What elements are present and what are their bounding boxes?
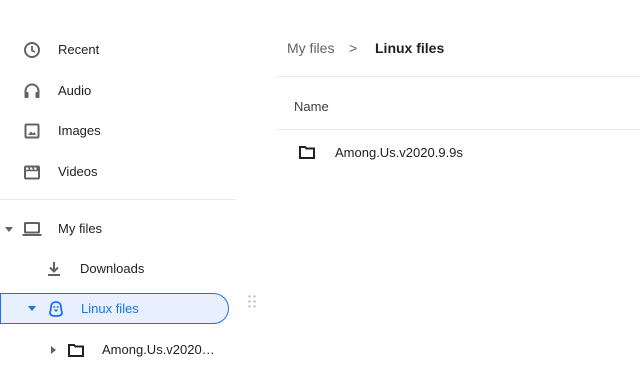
sidebar-item-label: Linux files xyxy=(81,301,139,316)
headphones-icon xyxy=(23,82,41,100)
sidebar-item-among-us[interactable]: Among.Us.v2020… xyxy=(0,333,236,367)
sidebar-item-my-files[interactable]: My files xyxy=(0,212,236,246)
column-header-divider xyxy=(276,129,640,130)
sidebar-item-recent[interactable]: Recent xyxy=(0,33,236,67)
folder-icon xyxy=(67,341,85,359)
film-icon xyxy=(23,163,41,181)
resize-handle[interactable] xyxy=(247,294,257,310)
penguin-icon xyxy=(47,300,65,318)
clock-icon xyxy=(23,41,41,59)
file-row[interactable]: Among.Us.v2020.9.9s xyxy=(276,131,640,171)
laptop-icon xyxy=(22,220,42,238)
download-icon xyxy=(45,260,63,278)
expand-arrow-icon[interactable] xyxy=(5,227,13,232)
sidebar-item-label: Audio xyxy=(58,83,92,98)
sidebar-item-label: Images xyxy=(58,123,101,138)
sidebar-divider xyxy=(0,199,236,200)
header-divider xyxy=(276,76,640,77)
breadcrumb-separator-icon: > xyxy=(349,40,358,56)
sidebar-item-audio[interactable]: Audio xyxy=(0,74,236,108)
sidebar-item-label: Videos xyxy=(58,164,98,179)
breadcrumb-current: Linux files xyxy=(375,40,445,56)
column-header-name[interactable]: Name xyxy=(294,98,329,116)
breadcrumb-parent[interactable]: My files xyxy=(287,39,334,57)
folder-icon xyxy=(298,143,316,161)
sidebar-item-label: Among.Us.v2020… xyxy=(102,342,215,357)
sidebar-item-linux-files[interactable]: Linux files xyxy=(0,293,229,324)
image-icon xyxy=(23,122,41,140)
sidebar-item-label: My files xyxy=(58,221,103,236)
sidebar-item-label: Downloads xyxy=(80,261,145,276)
sidebar-item-downloads[interactable]: Downloads xyxy=(0,252,236,286)
sidebar-item-videos[interactable]: Videos xyxy=(0,155,236,189)
file-name: Among.Us.v2020.9.9s xyxy=(335,145,463,160)
expand-arrow-icon[interactable] xyxy=(51,346,56,354)
sidebar-item-label: Recent xyxy=(58,42,100,57)
expand-arrow-icon[interactable] xyxy=(28,306,36,311)
sidebar-item-images[interactable]: Images xyxy=(0,114,236,148)
